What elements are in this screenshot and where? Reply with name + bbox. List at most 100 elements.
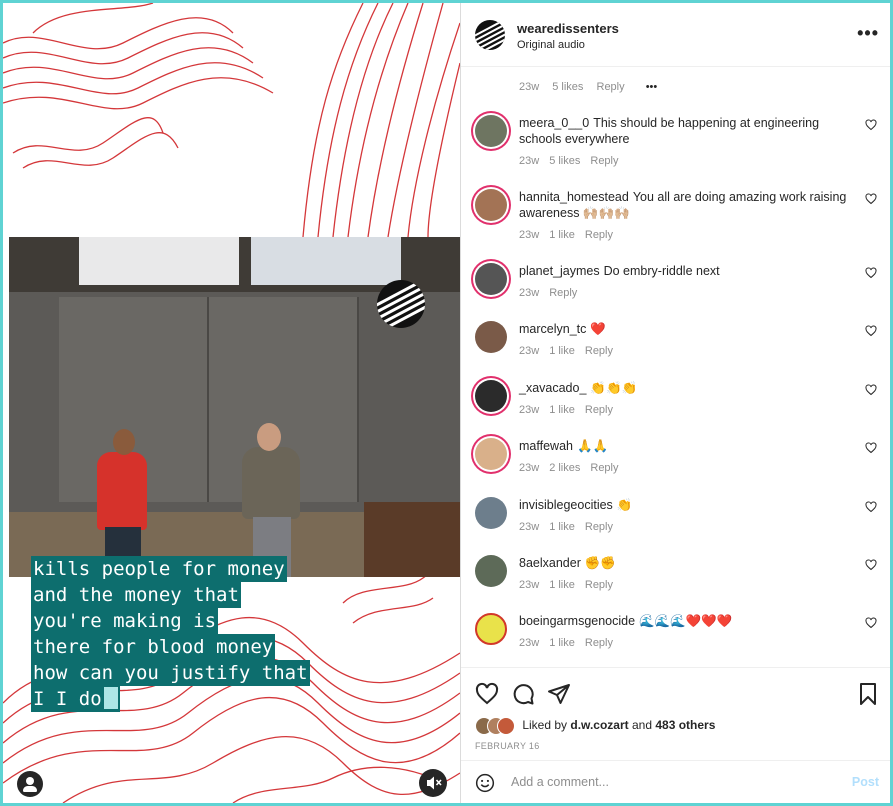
media-pane[interactable]: kills people for money and the money tha… <box>3 3 460 803</box>
like-heart-icon[interactable] <box>865 325 877 337</box>
liked-by-user[interactable]: d.w.cozart <box>570 718 628 732</box>
tagged-users-icon[interactable] <box>17 771 43 797</box>
comment-likes[interactable]: 1 like <box>549 579 575 591</box>
comment-likes[interactable]: 1 like <box>549 521 575 533</box>
comment-likes[interactable]: 1 like <box>549 637 575 649</box>
watermark-logo-icon <box>377 280 425 328</box>
person-red-shirt <box>97 452 147 530</box>
comment-username[interactable]: marcelyn_tc <box>519 322 586 336</box>
like-heart-icon[interactable] <box>865 193 877 205</box>
comment-meta: 23w 5 likes Reply ••• <box>519 81 879 93</box>
reply-button[interactable]: Reply <box>585 579 613 591</box>
reply-button[interactable]: Reply <box>597 81 625 93</box>
commenter-avatar[interactable] <box>475 189 507 221</box>
comment-age: 23w <box>519 579 540 591</box>
comment-age: 23w <box>519 287 540 299</box>
comment-body: _xavacado_ 👏👏👏 23w 1 like Reply <box>519 380 864 418</box>
like-heart-icon[interactable] <box>475 682 499 706</box>
caption-cursor <box>103 687 118 709</box>
video-player[interactable] <box>9 237 460 577</box>
comment-meta: 23w 1 like Reply <box>519 519 864 535</box>
comment-username[interactable]: invisiblegeocities <box>519 498 613 512</box>
like-heart-icon[interactable] <box>865 442 877 454</box>
reply-button[interactable]: Reply <box>585 229 613 241</box>
likes-others[interactable]: 483 others <box>655 718 715 732</box>
like-heart-icon[interactable] <box>865 501 877 513</box>
post-actions <box>461 667 890 717</box>
comment-more-icon[interactable]: ••• <box>646 81 658 93</box>
like-heart-icon[interactable] <box>865 384 877 396</box>
comment-meta: 23w 1 like Reply <box>519 635 864 651</box>
commenter-avatar[interactable] <box>475 555 507 587</box>
likes-and: and <box>631 718 652 733</box>
reply-button[interactable]: Reply <box>585 345 613 357</box>
comment-body: marcelyn_tc ❤️ 23w 1 like Reply <box>519 321 864 359</box>
like-heart-icon[interactable] <box>865 267 877 279</box>
speaker-muted-icon <box>427 776 442 790</box>
save-bookmark-icon[interactable] <box>857 682 879 706</box>
emoji-smile-icon[interactable] <box>475 773 495 793</box>
commenter-avatar[interactable] <box>475 115 507 147</box>
comment-meta: 23w 5 likes Reply <box>519 153 864 169</box>
instagram-post-window: kills people for money and the money tha… <box>3 3 890 803</box>
commenter-avatar[interactable] <box>475 321 507 353</box>
share-paper-plane-icon[interactable] <box>547 682 571 706</box>
liker-avatars[interactable] <box>475 717 515 735</box>
comment-body: 8aelxander ✊✊ 23w 1 like Reply <box>519 555 864 593</box>
person-head <box>257 423 281 451</box>
author-avatar[interactable] <box>475 20 505 50</box>
comment-body: hannita_homestead You all are doing amazi… <box>519 189 864 243</box>
reply-button[interactable]: Reply <box>585 637 613 649</box>
comment-meta: 23w 1 like Reply <box>519 402 864 418</box>
comment-age: 23w <box>519 155 540 167</box>
comment-likes[interactable]: 5 likes <box>552 81 583 93</box>
comment-username[interactable]: 8aelxander <box>519 556 581 570</box>
comment-text: 🌊🌊🌊❤️❤️❤️ <box>639 614 733 628</box>
audio-label[interactable]: Original audio <box>517 39 585 51</box>
video-captions: kills people for money and the money tha… <box>31 556 310 712</box>
comment-username[interactable]: maffewah <box>519 439 573 453</box>
author-username[interactable]: wearedissenters <box>517 21 619 36</box>
comment-age: 23w <box>519 81 540 93</box>
liker-avatar <box>497 717 515 735</box>
caption-line-last: I I do <box>31 686 120 712</box>
comment-username[interactable]: meera_0__0 <box>519 116 589 130</box>
commenter-avatar[interactable] <box>475 263 507 295</box>
comment-likes[interactable]: 5 likes <box>549 155 580 167</box>
like-heart-icon[interactable] <box>865 559 877 571</box>
reply-button[interactable]: Reply <box>590 155 618 167</box>
post-comment-button[interactable]: Post <box>852 775 879 789</box>
reply-button[interactable]: Reply <box>590 462 618 474</box>
like-heart-icon[interactable] <box>865 617 877 629</box>
reply-button[interactable]: Reply <box>585 404 613 416</box>
comment-username[interactable]: planet_jaymes <box>519 264 600 278</box>
comment-likes[interactable]: 2 likes <box>549 462 580 474</box>
commenter-avatar[interactable] <box>475 380 507 412</box>
reply-button[interactable]: Reply <box>549 287 577 299</box>
commenter-avatar[interactable] <box>475 497 507 529</box>
commenter-avatar[interactable] <box>475 613 507 645</box>
like-heart-icon[interactable] <box>865 119 877 131</box>
comment-username[interactable]: boeingarmsgenocide <box>519 614 635 628</box>
comment-username[interactable]: hannita_homestead <box>519 190 629 204</box>
comment-likes[interactable]: 1 like <box>549 345 575 357</box>
more-options-icon[interactable]: ••• <box>857 23 879 44</box>
comment-age: 23w <box>519 345 540 357</box>
comment-likes[interactable]: 1 like <box>549 229 575 241</box>
caption-line: there for blood money <box>31 634 276 660</box>
comment-username[interactable]: _xavacado_ <box>519 381 586 395</box>
comment-text: ❤️ <box>590 322 606 336</box>
comment-age: 23w <box>519 521 540 533</box>
mute-button[interactable] <box>419 769 447 797</box>
comment-text: 🙏🙏 <box>576 439 609 453</box>
reply-button[interactable]: Reply <box>585 521 613 533</box>
comment-body: invisiblegeocities 👏 23w 1 like Reply <box>519 497 864 535</box>
comment-body: meera_0__0 This should be happening at en… <box>519 115 864 169</box>
post-header: wearedissenters Original audio ••• <box>461 3 890 67</box>
comment-age: 23w <box>519 637 540 649</box>
add-comment-bar: Add a comment... Post <box>461 760 890 803</box>
comment-likes[interactable]: 1 like <box>549 404 575 416</box>
add-comment-input[interactable]: Add a comment... <box>511 775 609 789</box>
commenter-avatar[interactable] <box>475 438 507 470</box>
comment-bubble-icon[interactable] <box>511 682 535 706</box>
